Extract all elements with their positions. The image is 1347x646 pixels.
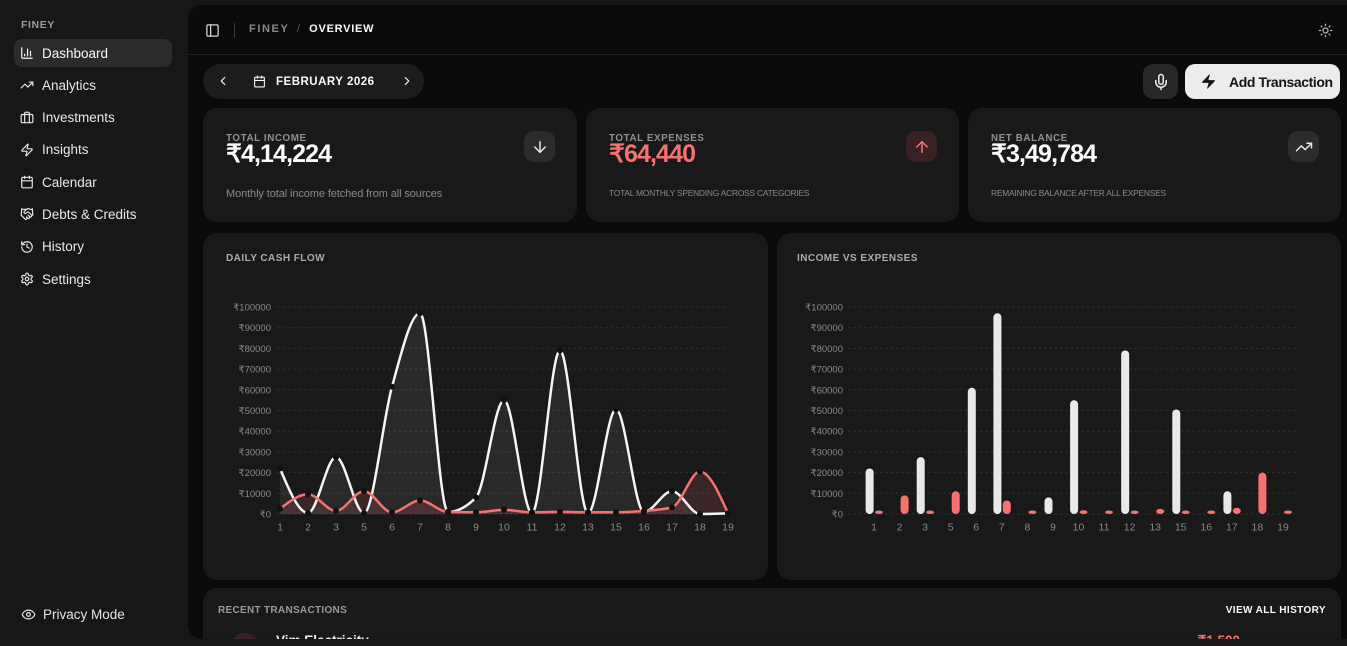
svg-text:9: 9 bbox=[1050, 522, 1056, 534]
svg-text:₹90000: ₹90000 bbox=[811, 323, 843, 334]
svg-text:6: 6 bbox=[389, 522, 395, 534]
svg-text:₹40000: ₹40000 bbox=[811, 427, 843, 438]
svg-text:₹30000: ₹30000 bbox=[811, 447, 843, 458]
svg-text:₹70000: ₹70000 bbox=[239, 365, 271, 376]
svg-text:1: 1 bbox=[871, 522, 877, 534]
svg-text:10: 10 bbox=[498, 522, 510, 534]
svg-text:₹10000: ₹10000 bbox=[239, 489, 271, 500]
svg-text:17: 17 bbox=[1226, 522, 1238, 534]
svg-text:₹0: ₹0 bbox=[260, 510, 271, 521]
svg-text:13: 13 bbox=[1149, 522, 1161, 534]
svg-text:₹100000: ₹100000 bbox=[233, 303, 271, 314]
svg-text:7: 7 bbox=[999, 522, 1005, 534]
svg-text:17: 17 bbox=[666, 522, 678, 534]
svg-text:₹20000: ₹20000 bbox=[811, 468, 843, 479]
svg-text:15: 15 bbox=[1175, 522, 1187, 534]
svg-text:₹50000: ₹50000 bbox=[239, 406, 271, 417]
svg-text:₹80000: ₹80000 bbox=[811, 344, 843, 355]
svg-text:₹10000: ₹10000 bbox=[811, 489, 843, 500]
svg-text:16: 16 bbox=[638, 522, 650, 534]
svg-text:2: 2 bbox=[305, 522, 311, 534]
svg-text:5: 5 bbox=[948, 522, 954, 534]
svg-text:8: 8 bbox=[1024, 522, 1030, 534]
svg-text:8: 8 bbox=[445, 522, 451, 534]
svg-text:12: 12 bbox=[554, 522, 566, 534]
svg-text:5: 5 bbox=[361, 522, 367, 534]
svg-text:₹60000: ₹60000 bbox=[811, 385, 843, 396]
svg-text:₹60000: ₹60000 bbox=[239, 385, 271, 396]
svg-text:13: 13 bbox=[582, 522, 594, 534]
svg-text:₹90000: ₹90000 bbox=[239, 323, 271, 334]
svg-text:16: 16 bbox=[1200, 522, 1212, 534]
svg-text:18: 18 bbox=[1252, 522, 1264, 534]
svg-text:18: 18 bbox=[694, 522, 706, 534]
svg-text:₹40000: ₹40000 bbox=[239, 427, 271, 438]
svg-text:6: 6 bbox=[973, 522, 979, 534]
svg-text:3: 3 bbox=[922, 522, 928, 534]
svg-text:19: 19 bbox=[1277, 522, 1289, 534]
svg-text:₹30000: ₹30000 bbox=[239, 447, 271, 458]
svg-text:11: 11 bbox=[527, 522, 538, 534]
svg-text:₹70000: ₹70000 bbox=[811, 365, 843, 376]
svg-text:1: 1 bbox=[277, 522, 283, 534]
svg-text:7: 7 bbox=[417, 522, 423, 534]
svg-text:₹20000: ₹20000 bbox=[239, 468, 271, 479]
svg-text:₹50000: ₹50000 bbox=[811, 406, 843, 417]
svg-text:₹100000: ₹100000 bbox=[805, 303, 843, 314]
svg-text:3: 3 bbox=[333, 522, 339, 534]
svg-text:19: 19 bbox=[722, 522, 734, 534]
svg-text:10: 10 bbox=[1073, 522, 1085, 534]
svg-text:12: 12 bbox=[1124, 522, 1136, 534]
svg-text:9: 9 bbox=[473, 522, 479, 534]
svg-text:₹80000: ₹80000 bbox=[239, 344, 271, 355]
svg-text:15: 15 bbox=[610, 522, 622, 534]
svg-text:2: 2 bbox=[897, 522, 903, 534]
svg-text:11: 11 bbox=[1099, 522, 1110, 534]
svg-text:₹0: ₹0 bbox=[832, 510, 843, 521]
